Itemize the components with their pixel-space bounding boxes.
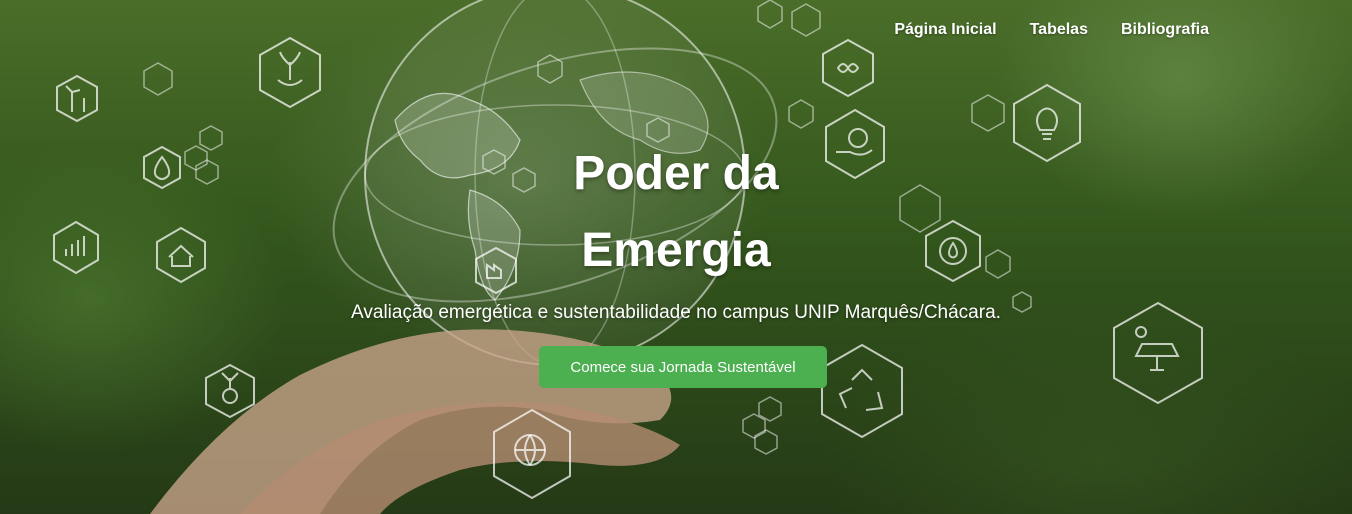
hero-title-line-1: Poder da	[573, 147, 779, 200]
recycle-icon	[821, 343, 903, 439]
hero-title-line-2: Emergia	[581, 223, 771, 277]
hero-section: Página Inicial Tabelas Bibliografia Pode…	[0, 0, 1352, 514]
hero-subtitle: Avaliação emergética e sustentabilidade …	[351, 302, 1001, 323]
nav-link-home[interactable]: Página Inicial	[894, 21, 996, 39]
nav-link-bibliography[interactable]: Bibliografia	[1121, 21, 1209, 39]
wind-turbine-icon	[56, 74, 98, 123]
plant-hands-icon	[259, 36, 321, 109]
infinity-icon	[822, 38, 874, 98]
main-nav: Página Inicial Tabelas Bibliografia	[894, 21, 1209, 39]
hero-title: Poder da Emergia	[0, 136, 1352, 290]
nav-link-tables[interactable]: Tabelas	[1030, 21, 1088, 39]
sprout-globe-icon	[205, 363, 255, 419]
start-journey-button[interactable]: Comece sua Jornada Sustentável	[539, 346, 827, 388]
